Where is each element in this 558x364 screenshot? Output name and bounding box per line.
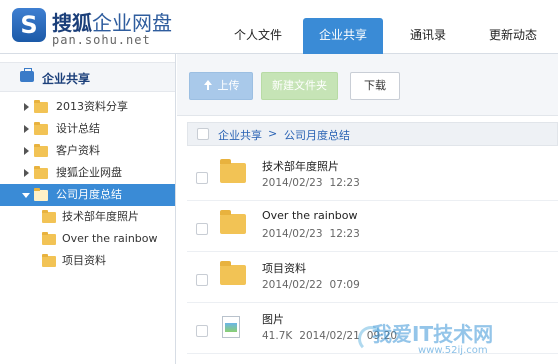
file-row[interactable]: 技术部年度照片 2014/02/23 12:23 [187,150,558,201]
file-date: 2014/02/22 [262,279,323,291]
file-time: 12:23 [329,228,360,240]
folder-icon [34,166,48,179]
logo[interactable]: S 搜狐企业网盘 pan.sohu.net [12,6,172,50]
file-row[interactable]: 图片 41.7K 2014/02/21 09:20 [187,303,558,354]
main-panel: 上传 新建文件夹 下载 企业共享 > 公司月度总结 技术部年度照片 2014/0… [177,54,558,364]
app-window: S 搜狐企业网盘 pan.sohu.net 个人文件 企业共享 通讯录 更新动态… [0,0,558,364]
tab-enterprise-share[interactable]: 企业共享 [303,18,383,54]
upload-button[interactable]: 上传 [189,72,253,100]
sidebar: 企业共享 2013资料分享 设计总结 客户资料 搜狐企业网盘 公司月度总结 技术… [0,54,176,364]
row-checkbox[interactable] [196,325,208,337]
upload-button-label: 上传 [217,79,240,92]
chevron-right-icon[interactable] [24,125,29,133]
sidebar-subitem-tech-photos[interactable]: 技术部年度照片 [0,206,175,228]
row-checkbox[interactable] [196,172,208,184]
folder-icon [220,159,246,183]
file-time: 09:20 [366,330,398,342]
file-name[interactable]: Over the rainbow [262,209,358,222]
sidebar-subitem-over-the-rainbow[interactable]: Over the rainbow [0,228,175,250]
sidebar-item-sohu-netdisk[interactable]: 搜狐企业网盘 [0,162,175,184]
tab-personal-files[interactable]: 个人文件 [218,18,298,54]
chevron-right-icon[interactable] [24,169,29,177]
download-button[interactable]: 下载 [350,72,400,100]
file-meta: 41.7K 2014/02/21 09:20 [262,330,397,342]
tab-updates[interactable]: 更新动态 [473,18,553,54]
chevron-down-icon[interactable] [22,193,30,198]
file-size: 41.7K [262,330,293,342]
file-time: 12:23 [329,177,360,189]
logo-title-bold: 搜狐 [52,11,92,35]
sidebar-item-design-summary[interactable]: 设计总结 [0,118,175,140]
folder-icon [220,210,246,234]
header: S 搜狐企业网盘 pan.sohu.net 个人文件 企业共享 通讯录 更新动态 [0,0,558,54]
file-meta: 2014/02/22 07:09 [262,279,360,291]
breadcrumb-root-link[interactable]: 企业共享 [218,127,262,143]
file-meta: 2014/02/23 12:23 [262,177,360,189]
select-all-checkbox[interactable] [197,128,209,140]
file-name[interactable]: 技术部年度照片 [262,158,339,174]
toolbar: 上传 新建文件夹 下载 [177,54,558,116]
briefcase-icon [20,68,34,82]
folder-icon [34,144,48,157]
main-nav: 个人文件 企业共享 通讯录 更新动态 [218,18,558,54]
breadcrumb: 企业共享 > 公司月度总结 [187,122,558,146]
sidebar-subitem-project-docs[interactable]: 项目资料 [0,250,175,272]
sidebar-item-label: Over the rainbow [62,232,158,245]
row-checkbox[interactable] [196,274,208,286]
sidebar-item-2013-share[interactable]: 2013资料分享 [0,96,175,118]
logo-title: 搜狐企业网盘 [52,7,172,36]
image-file-icon [222,316,240,338]
file-row[interactable]: 项目资料 2014/02/22 07:09 [187,252,558,303]
logo-title-light: 企业网盘 [92,11,172,35]
sidebar-item-label: 公司月度总结 [56,188,122,201]
file-time: 07:09 [329,279,360,291]
file-name[interactable]: 图片 [262,311,284,327]
tab-contacts[interactable]: 通讯录 [388,18,468,54]
folder-icon [42,232,56,245]
upload-icon [203,80,213,90]
folder-icon [34,122,48,135]
row-checkbox[interactable] [196,223,208,235]
sidebar-item-label: 项目资料 [62,254,106,267]
folder-icon [42,210,56,223]
breadcrumb-current[interactable]: 公司月度总结 [284,127,350,143]
folder-icon [42,254,56,267]
file-list: 技术部年度照片 2014/02/23 12:23 Over the rainbow… [187,150,558,354]
sidebar-title: 企业共享 [42,72,91,86]
open-folder-icon [34,188,48,201]
sidebar-item-label: 技术部年度照片 [62,210,139,223]
chevron-right-icon[interactable] [24,147,29,155]
sidebar-item-monthly-summary[interactable]: 公司月度总结 [0,184,175,206]
sidebar-item-label: 客户资料 [56,144,100,157]
file-date: 2014/02/23 [262,228,323,240]
file-date: 2014/02/23 [262,177,323,189]
new-folder-button[interactable]: 新建文件夹 [261,72,338,100]
file-row[interactable]: Over the rainbow 2014/02/23 12:23 [187,201,558,252]
file-date: 2014/02/21 [299,330,360,342]
file-name[interactable]: 项目资料 [262,260,306,276]
breadcrumb-separator: > [268,127,278,140]
sidebar-item-client-docs[interactable]: 客户资料 [0,140,175,162]
folder-icon [220,261,246,285]
chevron-right-icon[interactable] [24,103,29,111]
sidebar-item-label: 2013资料分享 [56,100,128,113]
sidebar-item-label: 搜狐企业网盘 [56,166,122,179]
folder-tree: 2013资料分享 设计总结 客户资料 搜狐企业网盘 公司月度总结 技术部年度照片… [0,96,175,272]
file-meta: 2014/02/23 12:23 [262,228,360,240]
sohu-logo-icon: S [12,8,46,42]
folder-icon [34,100,48,113]
logo-domain: pan.sohu.net [52,33,151,47]
sidebar-header[interactable]: 企业共享 [0,62,175,92]
sidebar-item-label: 设计总结 [56,122,100,135]
